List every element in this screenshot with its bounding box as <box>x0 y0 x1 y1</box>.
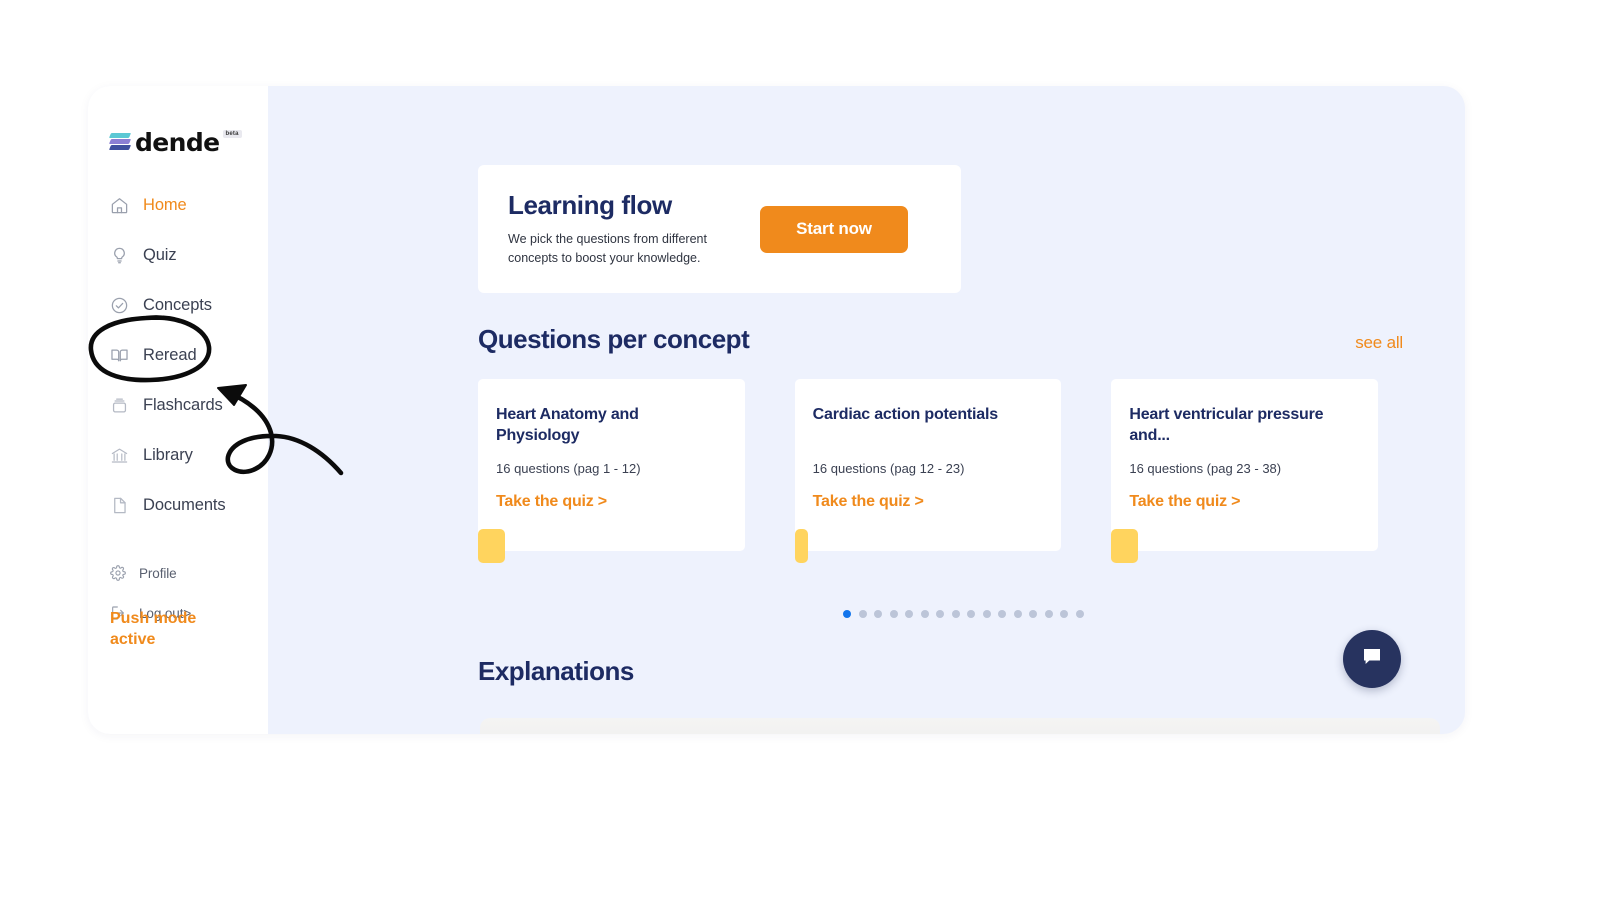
sidebar-item-documents[interactable]: Documents <box>88 488 268 522</box>
sidebar-item-flashcards[interactable]: Flashcards <box>88 388 268 422</box>
explanations-panel <box>480 718 1440 734</box>
bank-icon <box>110 446 129 465</box>
take-the-quiz-link[interactable]: Take the quiz > <box>813 493 924 511</box>
pagination-dot[interactable] <box>858 610 867 618</box>
start-now-button[interactable]: Start now <box>760 205 908 253</box>
pagination-dot[interactable] <box>1044 610 1053 618</box>
sidebar-item-label: Flashcards <box>143 395 223 414</box>
concept-card-title: Cardiac action potentials <box>812 406 998 423</box>
pagination-dot[interactable] <box>843 610 851 618</box>
sidebar-item-reread[interactable]: Reread <box>88 338 268 372</box>
sidebar-item-label: Documents <box>143 495 226 514</box>
see-all-link[interactable]: see all <box>1355 333 1403 353</box>
concept-card-meta: 16 questions (pag 12 - 23) <box>812 461 965 476</box>
pagination-dot[interactable] <box>982 610 991 618</box>
sidebar-item-label: Concepts <box>143 295 212 314</box>
concept-card-title: Heart Anatomy and Physiology <box>496 406 639 445</box>
concept-card-title: Heart ventricular pressure and... <box>1129 406 1324 445</box>
chat-bubble-icon <box>1360 645 1384 674</box>
home-icon <box>110 196 129 215</box>
concept-card[interactable]: Cardiac action potentials 16 questions (… <box>794 379 1062 563</box>
explanations-header: Explanations <box>478 656 1403 687</box>
take-the-quiz-link[interactable]: Take the quiz > <box>496 493 607 511</box>
sidebar-item-label: Profile <box>139 565 177 581</box>
pagination-dot[interactable] <box>998 610 1006 618</box>
explanations-title: Explanations <box>478 656 634 686</box>
page-title: Questions per concept <box>478 324 750 354</box>
sidebar-item-label: Reread <box>143 345 197 364</box>
learning-flow-card: Learning flow We pick the questions from… <box>478 165 961 293</box>
lightbulb-icon <box>110 246 129 265</box>
dende-logo-icon <box>108 131 132 153</box>
sidebar-item-label: Library <box>143 445 193 464</box>
sidebar-item-home[interactable]: Home <box>88 188 268 222</box>
pagination-dot[interactable] <box>1075 610 1084 618</box>
pagination-dot[interactable] <box>874 610 882 618</box>
pagination-dot[interactable] <box>889 610 898 618</box>
push-mode-status: Push mode active <box>110 609 197 648</box>
concept-card-list: Heart Anatomy and Physiology 16 question… <box>478 379 1428 569</box>
book-open-icon <box>110 346 129 365</box>
check-circle-icon <box>110 296 129 315</box>
concept-card[interactable]: Heart Anatomy and Physiology 16 question… <box>478 379 745 563</box>
chat-button[interactable] <box>1343 630 1401 688</box>
main-content: Learning flow We pick the questions from… <box>268 86 1465 734</box>
sidebar-item-quiz[interactable]: Quiz <box>88 238 268 272</box>
progress-tab <box>794 529 808 563</box>
pagination-dot[interactable] <box>905 610 913 618</box>
gear-icon <box>110 565 126 581</box>
learning-flow-subtitle: We pick the questions from different con… <box>508 231 707 265</box>
sidebar-divider-space <box>88 538 268 560</box>
pagination-dot[interactable] <box>936 610 944 618</box>
pagination-dot[interactable] <box>1013 610 1022 618</box>
concept-card[interactable]: Heart ventricular pressure and... 16 que… <box>1111 379 1379 563</box>
concept-card-meta: 16 questions (pag 23 - 38) <box>1129 461 1282 476</box>
sidebar-item-profile[interactable]: Profile <box>88 560 268 586</box>
pagination-dot[interactable] <box>951 610 960 618</box>
sidebar-item-library[interactable]: Library <box>88 438 268 472</box>
learning-flow-text: Learning flow We pick the questions from… <box>478 190 760 269</box>
progress-tab <box>1111 529 1139 563</box>
app-logo[interactable]: dende beta <box>88 124 268 160</box>
cards-icon <box>110 396 129 415</box>
pagination-dot[interactable] <box>920 610 929 618</box>
concept-card-meta: 16 questions (pag 1 - 12) <box>496 461 641 476</box>
pagination-dot[interactable] <box>1060 610 1068 618</box>
progress-tab <box>478 529 505 563</box>
questions-per-concept-header: Questions per concept see all <box>478 324 1403 355</box>
sidebar-item-label: Quiz <box>143 245 177 264</box>
sidebar: dende beta Home Quiz Concepts Reread Fla… <box>88 86 268 734</box>
app-window: dende beta Home Quiz Concepts Reread Fla… <box>88 86 1465 734</box>
take-the-quiz-link[interactable]: Take the quiz > <box>1129 493 1240 511</box>
document-icon <box>110 496 129 515</box>
sidebar-item-label: Home <box>143 195 187 214</box>
beta-badge: beta <box>222 130 242 138</box>
logo-text: dende <box>135 127 220 157</box>
sidebar-item-concepts[interactable]: Concepts <box>88 288 268 322</box>
learning-flow-title: Learning flow <box>508 189 672 220</box>
pagination-dot[interactable] <box>1029 610 1037 618</box>
carousel-pagination[interactable] <box>843 610 1091 618</box>
pagination-dot[interactable] <box>967 610 975 618</box>
